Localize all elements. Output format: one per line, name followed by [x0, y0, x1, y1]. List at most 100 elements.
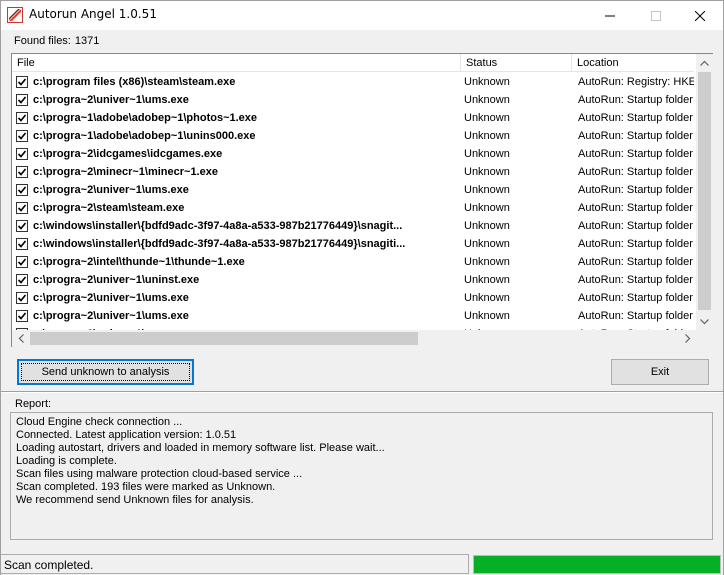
row-checkbox[interactable]: [16, 112, 28, 124]
row-checkbox[interactable]: [16, 202, 28, 214]
table-row[interactable]: c:\program files (x86)\steam\steam.exe Un…: [12, 73, 694, 91]
scroll-left-arrow-icon[interactable]: [12, 330, 29, 347]
column-header-location[interactable]: Location: [572, 54, 694, 72]
maximize-icon: [651, 10, 661, 21]
progress-fill: [474, 556, 720, 573]
vertical-scroll-thumb[interactable]: [698, 72, 711, 310]
table-row[interactable]: c:\progra~2\univer~1\ums.exe Unknown AutoR…: [12, 181, 694, 199]
title-bar[interactable]: Autorun Angel 1.0.51: [1, 1, 723, 30]
cell-status: Unknown: [464, 292, 510, 304]
row-checkbox[interactable]: [16, 148, 28, 160]
table-row[interactable]: c:\progra~2\univer~1\ums.exe Unknown AutoR…: [12, 307, 694, 325]
maximize-button[interactable]: [633, 1, 679, 30]
cell-status: Unknown: [464, 148, 510, 160]
row-checkbox[interactable]: [16, 94, 28, 106]
table-row[interactable]: c:\progra~2\univer~1\ums.exe Unknown AutoR…: [12, 91, 694, 109]
checkmark-icon: [17, 132, 27, 140]
cell-file: c:\progra~2\univer~1\ums.exe: [33, 292, 189, 304]
cell-location: AutoRun: Startup folder: [578, 274, 693, 286]
cell-status: Unknown: [464, 310, 510, 322]
row-checkbox[interactable]: [16, 238, 28, 250]
horizontal-scrollbar[interactable]: [12, 330, 696, 347]
status-bar: Scan completed.: [1, 553, 723, 575]
horizontal-scroll-thumb[interactable]: [30, 332, 418, 345]
cell-file: c:\program files (x86)\steam\steam.exe: [33, 76, 236, 88]
report-line: Scan files using malware protection clou…: [16, 468, 303, 480]
found-files-count: 1371: [74, 35, 100, 47]
cell-file: c:\progra~2\univer~1\ums.exe: [33, 310, 189, 322]
row-checkbox[interactable]: [16, 256, 28, 268]
table-row[interactable]: c:\progra~2\minecr~1\minecr~1.exe Unknown…: [12, 163, 694, 181]
cell-status: Unknown: [464, 202, 510, 214]
close-button[interactable]: [677, 1, 723, 30]
minimize-button[interactable]: [587, 1, 633, 30]
report-line: Loading autostart, drivers and loaded in…: [16, 442, 385, 454]
table-row[interactable]: c:\progra~1\adobe\adobep~1\unins000.exe U…: [12, 127, 694, 145]
report-label: Report:: [15, 398, 52, 410]
focus-rectangle: [21, 363, 190, 381]
cell-status: Unknown: [464, 112, 510, 124]
table-row[interactable]: c:\progra~2\idcgames\idcgames.exe Unknown…: [12, 145, 694, 163]
cell-file: c:\progra~2\univer~1\uninst.exe: [33, 274, 200, 286]
exit-label: Exit: [650, 366, 670, 378]
column-header-status[interactable]: Status: [461, 54, 572, 72]
scroll-up-arrow-icon[interactable]: [696, 54, 713, 71]
table-row[interactable]: c:\progra~2\intel\thunde~1\thunde~1.exe U…: [12, 253, 694, 271]
cell-file: c:\progra~1\adobe\adobep~1\unins000.exe: [33, 130, 256, 142]
cell-location: AutoRun: Startup folder: [578, 238, 693, 250]
found-files-caption: Found files:: [14, 35, 71, 47]
table-row[interactable]: c:\windows\installer\{bdfd9adc-3f97-4a8a…: [12, 217, 694, 235]
report-line: Connected. Latest application version: 1…: [16, 429, 237, 441]
row-checkbox[interactable]: [16, 130, 28, 142]
app-window: Autorun Angel 1.0.51 Found files: 1371 Fi…: [0, 0, 724, 575]
cell-location: AutoRun: Startup folder: [578, 166, 693, 178]
row-checkbox[interactable]: [16, 184, 28, 196]
report-line: We recommend send Unknown files for anal…: [16, 494, 254, 506]
cell-status: Unknown: [464, 94, 510, 106]
checkmark-icon: [17, 294, 27, 302]
list-header: File Status Location: [12, 54, 694, 72]
cell-location: AutoRun: Startup folder: [578, 94, 693, 106]
row-checkbox[interactable]: [16, 310, 28, 322]
row-checkbox[interactable]: [16, 76, 28, 88]
checkmark-icon: [17, 204, 27, 212]
cell-file: c:\progra~2\minecr~1\minecr~1.exe: [33, 166, 218, 178]
cell-file: c:\progra~2\steam\steam.exe: [33, 202, 185, 214]
status-text: Scan completed.: [4, 558, 94, 572]
table-row[interactable]: c:\progra~2\univer~1\uninst.exe Unknown Au…: [12, 271, 694, 289]
vertical-scrollbar[interactable]: [696, 54, 713, 330]
checkmark-icon: [17, 168, 27, 176]
row-checkbox[interactable]: [16, 292, 28, 304]
cell-location: AutoRun: Startup folder: [578, 310, 693, 322]
send-unknown-button[interactable]: Send unknown to analysis: [17, 359, 194, 385]
row-checkbox[interactable]: [16, 166, 28, 178]
cell-location: AutoRun: Startup folder: [578, 202, 693, 214]
cell-status: Unknown: [464, 130, 510, 142]
checkmark-icon: [17, 114, 27, 122]
cell-location: AutoRun: Startup folder: [578, 130, 693, 142]
scroll-right-arrow-icon[interactable]: [679, 330, 696, 347]
column-header-file[interactable]: File: [12, 54, 461, 72]
cell-status: Unknown: [464, 256, 510, 268]
table-row[interactable]: c:\progra~1\adobe\adobep~1\photos~1.exe U…: [12, 109, 694, 127]
files-list[interactable]: File Status Location c:\program files (x…: [11, 53, 713, 347]
report-box[interactable]: Cloud Engine check connection ... Connect…: [10, 412, 713, 540]
exit-button[interactable]: Exit: [611, 359, 709, 385]
table-row[interactable]: c:\progra~2\steam\steam.exe Unknown AutoRu…: [12, 199, 694, 217]
cell-status: Unknown: [464, 274, 510, 286]
cell-file: c:\progra~1\adobe\adobep~1\photos~1.exe: [33, 112, 258, 124]
cell-file: c:\progra~2\univer~1\ums.exe: [33, 184, 189, 196]
cell-file: c:\windows\installer\{bdfd9adc-3f97-4a8a…: [33, 220, 403, 232]
row-checkbox[interactable]: [16, 220, 28, 232]
report-line: Scan completed. 193 files were marked as…: [16, 481, 276, 493]
table-row[interactable]: c:\progra~2\univer~1\ums.exe Unknown AutoR…: [12, 289, 694, 307]
report-line: Cloud Engine check connection ...: [16, 416, 183, 428]
scrollbar-corner: [696, 330, 713, 347]
cell-location: AutoRun: Startup folder: [578, 148, 693, 160]
autorun-angel-app-icon[interactable]: [7, 7, 23, 23]
table-row[interactable]: c:\windows\installer\{bdfd9adc-3f97-4a8a…: [12, 235, 694, 253]
checkmark-icon: [17, 276, 27, 284]
cell-location: AutoRun: Startup folder: [578, 184, 693, 196]
scroll-down-arrow-icon[interactable]: [696, 313, 713, 330]
row-checkbox[interactable]: [16, 274, 28, 286]
